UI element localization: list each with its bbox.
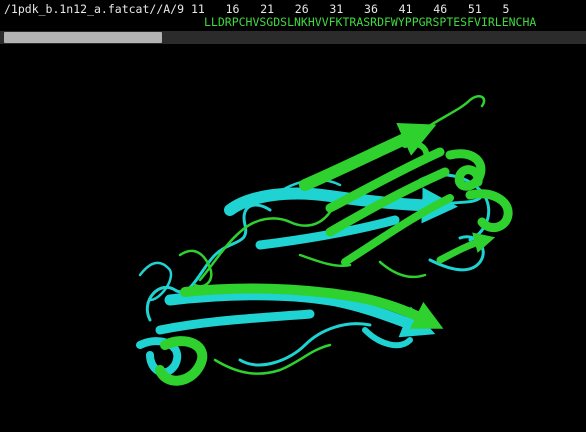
- residue-ruler: 11 16 21 26 31 36 41 46 51 5: [190, 2, 510, 16]
- sequence-scrollbar[interactable]: [0, 31, 586, 44]
- sequence-viewer[interactable]: /1pdk_b.1n12_a.fatcat//A/9 11 16 21 26 3…: [0, 0, 586, 30]
- residue-sequence[interactable]: LLDRPCHVSGDSLNKHVVFKTRASRDFWYPPGRSPTESFV…: [204, 16, 536, 29]
- scrollbar-thumb[interactable]: [4, 32, 162, 43]
- chain-a-cartoon: [155, 95, 513, 386]
- protein-structure-render: [136, 95, 513, 386]
- molecular-viewport[interactable]: [0, 44, 586, 432]
- object-label: /1pdk_b.1n12_a.fatcat//A/9: [4, 2, 185, 16]
